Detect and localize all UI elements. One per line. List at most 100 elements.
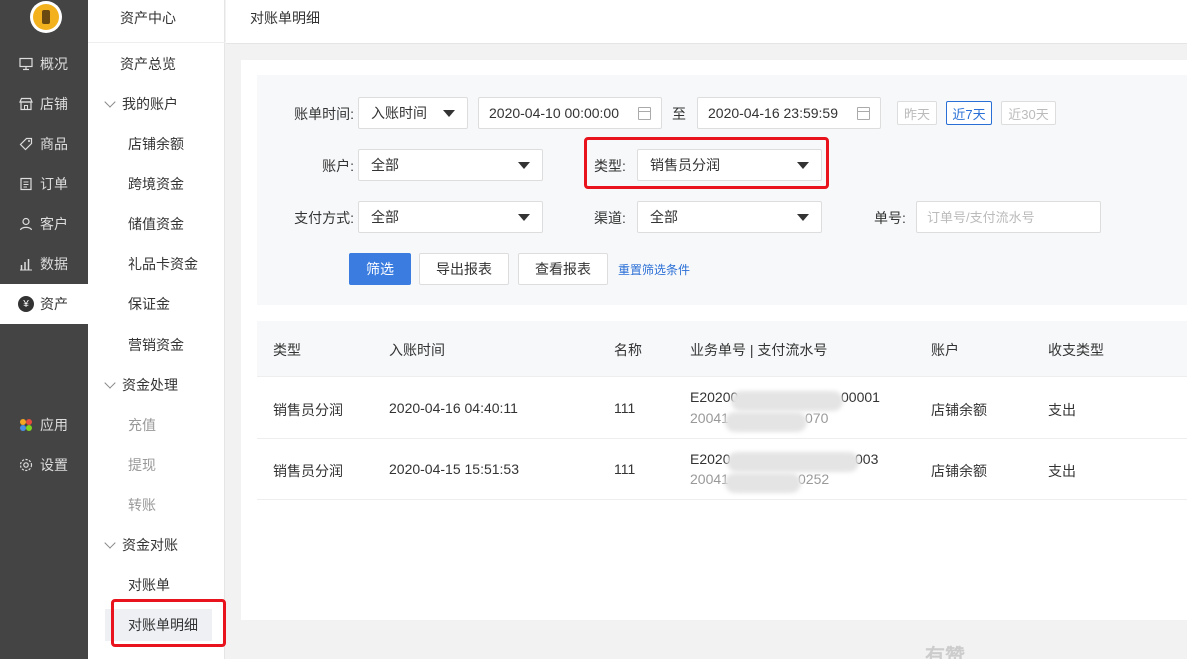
subnav-overview[interactable]: 资产总览 — [88, 44, 225, 84]
store-icon — [18, 96, 34, 112]
start-date-input[interactable]: 2020-04-10 00:00:00 — [478, 97, 662, 129]
pay-method-select[interactable]: 全部 — [358, 201, 543, 233]
cell-io-type: 支出 — [1048, 402, 1076, 418]
cell-pay-no-suffix: 0252 — [798, 471, 830, 487]
end-date-input[interactable]: 2020-04-16 23:59:59 — [697, 97, 881, 129]
filter-button[interactable]: 筛选 — [349, 253, 411, 285]
tag-icon — [18, 136, 34, 152]
cell-account: 店铺余额 — [931, 402, 987, 418]
col-io-type: 收支类型 — [1048, 342, 1104, 358]
view-report-button[interactable]: 查看报表 — [518, 253, 608, 285]
subnav-stored-value[interactable]: 储值资金 — [88, 204, 225, 244]
quick-30days-button[interactable]: 近30天 — [1001, 101, 1056, 125]
cell-time: 2020-04-16 04:40:11 — [389, 400, 518, 416]
watermark-logo: 有赞 — [925, 646, 965, 659]
table-header: 类型 入账时间 名称 业务单号 | 支付流水号 账户 收支类型 — [257, 321, 1187, 377]
calendar-icon — [857, 107, 870, 120]
pay-method-label: 支付方式: — [294, 210, 354, 226]
caret-down-icon — [518, 162, 530, 169]
nav-item-settings[interactable]: 设置 — [0, 445, 88, 485]
user-icon — [18, 216, 34, 232]
cell-pay-no-prefix: 20041 — [690, 471, 729, 487]
nav-item-apps[interactable]: 应用 — [0, 405, 88, 445]
highlight-box — [584, 137, 829, 189]
col-type: 类型 — [273, 342, 301, 358]
nav-item-goods[interactable]: 商品 — [0, 124, 88, 164]
quick-7days-button[interactable]: 近7天 — [946, 101, 992, 125]
subnav-withdraw[interactable]: 提现 — [88, 445, 225, 485]
select-value: 入账时间 — [371, 105, 427, 121]
caret-down-icon — [797, 214, 809, 221]
select-value: 全部 — [650, 209, 678, 225]
chevron-down-icon — [104, 537, 116, 549]
select-value: 全部 — [371, 209, 399, 225]
page-header: 对账单明细 — [226, 0, 1187, 44]
subnav-marketing[interactable]: 营销资金 — [88, 325, 225, 365]
cell-biz-no-suffix: 00001 — [841, 389, 880, 405]
calendar-icon — [638, 107, 651, 120]
nav-item-label: 设置 — [40, 457, 68, 473]
channel-select[interactable]: 全部 — [637, 201, 822, 233]
nav-item-data[interactable]: 数据 — [0, 244, 88, 284]
caret-down-icon — [518, 214, 530, 221]
highlight-box — [111, 599, 226, 647]
bar-chart-icon — [18, 256, 34, 272]
group-label: 资金处理 — [122, 377, 178, 393]
cell-type: 销售员分润 — [273, 402, 343, 418]
nav-item-assets[interactable]: ¥ 资产 — [0, 284, 88, 324]
redaction-blur — [725, 412, 807, 432]
cell-name: 111 — [614, 400, 636, 416]
bill-time-label: 账单时间: — [294, 106, 354, 122]
subnav-title: 资产中心 — [120, 10, 176, 26]
nav-item-label: 客户 — [40, 216, 68, 232]
subnav-divider — [88, 42, 225, 43]
bill-time-type-select[interactable]: 入账时间 — [358, 97, 468, 129]
date-value: 2020-04-16 23:59:59 — [708, 105, 838, 121]
account-label: 账户: — [322, 158, 354, 174]
subnav-group-reconcile[interactable]: 资金对账 — [88, 525, 225, 565]
chevron-down-icon — [104, 96, 116, 108]
subnav-group-my-accounts[interactable]: 我的账户 — [88, 84, 225, 124]
gear-icon — [18, 457, 34, 473]
nav-item-overview[interactable]: 概况 — [0, 44, 88, 84]
reset-filters-link[interactable]: 重置筛选条件 — [618, 261, 690, 278]
redaction-blur — [727, 452, 859, 472]
cell-pay-no-prefix: 20041 — [690, 410, 729, 426]
yen-icon: ¥ — [18, 296, 34, 312]
nav-item-customers[interactable]: 客户 — [0, 204, 88, 244]
account-select[interactable]: 全部 — [358, 149, 543, 181]
nav-item-label: 应用 — [40, 417, 68, 433]
cell-pay-no-suffix: 070 — [805, 410, 829, 426]
nav-item-store[interactable]: 店铺 — [0, 84, 88, 124]
redaction-blur — [725, 473, 801, 493]
export-report-button[interactable]: 导出报表 — [419, 253, 509, 285]
cell-type: 销售员分润 — [273, 463, 343, 479]
cell-biz-no-prefix: E2020 — [690, 451, 731, 467]
nav-item-label: 资产 — [40, 296, 68, 312]
asset-subnav: 资产中心 资产总览 我的账户 店铺余额 跨境资金 储值资金 礼品卡资金 保证金 … — [88, 0, 225, 659]
subnav-deposit[interactable]: 保证金 — [88, 284, 225, 324]
document-icon — [18, 176, 34, 192]
nav-item-label: 数据 — [40, 256, 68, 272]
cell-name: 111 — [614, 461, 636, 477]
date-value: 2020-04-10 00:00:00 — [489, 105, 619, 121]
channel-label: 渠道: — [594, 210, 626, 226]
table-row: 销售员分润 2020-04-15 15:51:53 111 E2020 003 … — [257, 439, 1187, 500]
subnav-recharge[interactable]: 充值 — [88, 405, 225, 445]
subnav-cross-border[interactable]: 跨境资金 — [88, 164, 225, 204]
subnav-store-balance[interactable]: 店铺余额 — [88, 124, 225, 164]
subnav-group-processing[interactable]: 资金处理 — [88, 365, 225, 405]
order-no-input[interactable] — [916, 201, 1101, 233]
col-name: 名称 — [614, 342, 642, 358]
nav-item-orders[interactable]: 订单 — [0, 164, 88, 204]
chevron-down-icon — [104, 377, 116, 389]
main-nav: 概况 店铺 商品 订单 客户 数据 ¥ 资产 应用 设置 — [0, 0, 88, 659]
subnav-transfer[interactable]: 转账 — [88, 485, 225, 525]
quick-yesterday-button[interactable]: 昨天 — [897, 101, 937, 125]
col-time: 入账时间 — [389, 342, 445, 358]
nav-item-label: 订单 — [40, 176, 68, 192]
monitor-icon — [18, 56, 34, 72]
shop-logo[interactable] — [30, 1, 62, 33]
subnav-gift-card[interactable]: 礼品卡资金 — [88, 244, 225, 284]
table-row: 销售员分润 2020-04-16 04:40:11 111 E20200 000… — [257, 378, 1187, 439]
